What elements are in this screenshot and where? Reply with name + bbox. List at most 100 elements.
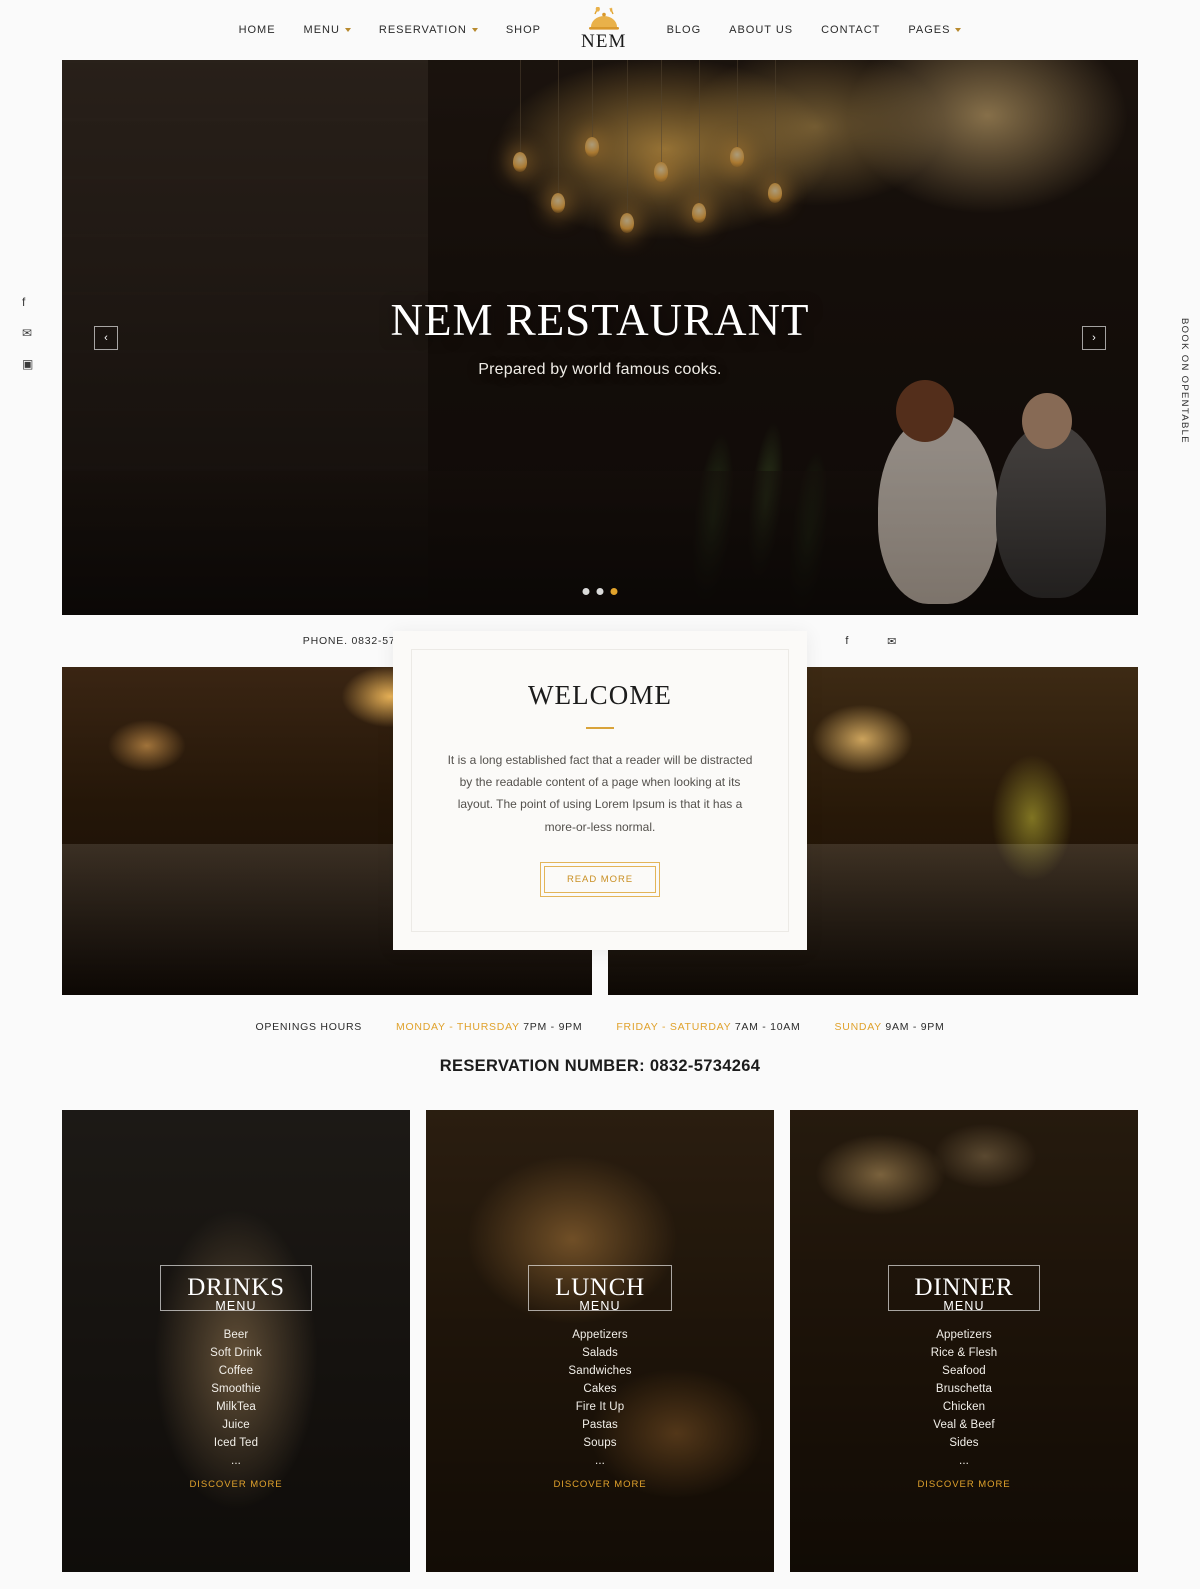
- card-item-list: Appetizers Salads Sandwiches Cakes Fire …: [568, 1329, 631, 1467]
- nav-label: MENU: [303, 24, 340, 36]
- list-item: Cakes: [583, 1383, 617, 1395]
- hours-days: FRIDAY - SATURDAY: [616, 1021, 732, 1033]
- discover-more-link[interactable]: DISCOVER MORE: [189, 1479, 282, 1490]
- nav-item-about-us[interactable]: ABOUT US: [715, 24, 807, 36]
- nav-label: ABOUT US: [729, 24, 794, 36]
- nav-item-home[interactable]: HOME: [225, 24, 290, 36]
- facebook-icon[interactable]: f: [845, 635, 849, 647]
- discover-more-link[interactable]: DISCOVER MORE: [917, 1479, 1010, 1490]
- hours-time: 7AM - 10AM: [734, 1021, 801, 1033]
- hero-content: NEM RESTAURANT Prepared by world famous …: [62, 60, 1138, 615]
- list-item: Soups: [583, 1437, 617, 1449]
- opening-hours-label: OPENINGS HOURS: [255, 1021, 363, 1033]
- facebook-icon[interactable]: f: [22, 296, 33, 308]
- book-on-opentable-link[interactable]: BOOK ON OPENTABLE: [1179, 318, 1190, 444]
- nav-label: HOME: [238, 24, 276, 36]
- list-item: Salads: [582, 1347, 618, 1359]
- menu-cards: DRINKS MENU Beer Soft Drink Coffee Smoot…: [62, 1110, 1138, 1572]
- hours-time: 9AM - 9PM: [885, 1021, 945, 1033]
- welcome-band: WELCOME It is a long established fact th…: [62, 631, 1138, 995]
- site-header: HOME MENU RESERVATION SHOP NEM BLOG ABOU…: [0, 0, 1200, 60]
- site-logo[interactable]: NEM: [581, 7, 627, 53]
- twitter-icon[interactable]: ✉: [22, 327, 33, 339]
- list-item: ...: [231, 1455, 241, 1467]
- twitter-icon[interactable]: ✉: [887, 635, 897, 648]
- hours-time: 7PM - 9PM: [523, 1021, 583, 1033]
- slider-dots: [582, 588, 618, 595]
- hours-days: MONDAY - THURSDAY: [396, 1021, 520, 1033]
- social-rail: f ✉ ▣: [22, 296, 33, 370]
- read-more-button[interactable]: READ MORE: [539, 861, 661, 897]
- gold-divider: [586, 727, 614, 729]
- chevron-down-icon: [955, 28, 962, 32]
- slider-dot-active[interactable]: [610, 588, 618, 595]
- list-item: Fire It Up: [575, 1401, 625, 1413]
- hours-entry: FRIDAY - SATURDAY 7AM - 10AM: [616, 1021, 800, 1033]
- list-item: Veal & Beef: [933, 1419, 995, 1431]
- list-item: Pastas: [582, 1419, 618, 1431]
- read-more-label: READ MORE: [543, 865, 657, 893]
- list-item: Bruschetta: [935, 1383, 993, 1395]
- nav-item-pages[interactable]: PAGES: [894, 24, 975, 36]
- card-subtitle: MENU: [943, 1299, 985, 1313]
- card-title: LUNCH: [555, 1274, 645, 1301]
- card-title: DINNER: [914, 1274, 1014, 1301]
- welcome-text: It is a long established fact that a rea…: [447, 753, 753, 834]
- welcome-title: WELCOME: [527, 680, 673, 710]
- welcome-card: WELCOME It is a long established fact th…: [393, 631, 807, 950]
- list-item: Beer: [223, 1329, 249, 1341]
- list-item: Seafood: [942, 1365, 986, 1377]
- list-item: Coffee: [218, 1365, 254, 1377]
- nav-label: SHOP: [505, 24, 541, 36]
- card-item-list: Appetizers Rice & Flesh Seafood Bruschet…: [931, 1329, 998, 1467]
- nav-label: CONTACT: [821, 24, 881, 36]
- nav-label: PAGES: [908, 24, 951, 36]
- list-item: MilkTea: [216, 1401, 256, 1413]
- reservation-number: RESERVATION NUMBER: 0832-5734264: [439, 1057, 761, 1075]
- nav-item-reservation[interactable]: RESERVATION: [365, 24, 492, 36]
- card-item-list: Beer Soft Drink Coffee Smoothie MilkTea …: [210, 1329, 262, 1467]
- restaurant-homepage: HOME MENU RESERVATION SHOP NEM BLOG ABOU…: [0, 0, 1200, 1572]
- list-item: Appetizers: [936, 1329, 992, 1341]
- chevron-down-icon: [471, 28, 478, 32]
- slider-next-button[interactable]: ›: [1082, 325, 1106, 350]
- menu-card-lunch[interactable]: LUNCH MENU Appetizers Salads Sandwiches …: [426, 1110, 774, 1572]
- discover-more-link[interactable]: DISCOVER MORE: [553, 1479, 646, 1490]
- hero-slider: NEM RESTAURANT Prepared by world famous …: [62, 60, 1138, 615]
- opening-hours: OPENINGS HOURS MONDAY - THURSDAY 7PM - 9…: [0, 995, 1200, 1033]
- hours-entry: MONDAY - THURSDAY 7PM - 9PM: [396, 1021, 582, 1033]
- nav-item-shop[interactable]: SHOP: [492, 24, 555, 36]
- slider-dot[interactable]: [582, 588, 590, 595]
- brand-name: NEM: [580, 31, 627, 52]
- nav-item-blog[interactable]: BLOG: [653, 24, 716, 36]
- hero-title: NEM RESTAURANT: [390, 295, 810, 346]
- list-item: Soft Drink: [210, 1347, 262, 1359]
- nav-item-contact[interactable]: CONTACT: [807, 24, 894, 36]
- slider-dot[interactable]: [596, 588, 604, 595]
- list-item: Rice & Flesh: [930, 1347, 998, 1359]
- menu-card-drinks[interactable]: DRINKS MENU Beer Soft Drink Coffee Smoot…: [62, 1110, 410, 1572]
- list-item: Sandwiches: [568, 1365, 632, 1377]
- nav-label: RESERVATION: [378, 24, 467, 36]
- hours-days: SUNDAY: [834, 1021, 882, 1033]
- nav-item-menu[interactable]: MENU: [290, 24, 365, 36]
- hero-subtitle: Prepared by world famous cooks.: [478, 360, 722, 378]
- list-item: Chicken: [942, 1401, 986, 1413]
- slider-prev-button[interactable]: ‹: [94, 325, 118, 350]
- chevron-down-icon: [344, 28, 351, 32]
- card-subtitle: MENU: [215, 1299, 257, 1313]
- instagram-icon[interactable]: ▣: [22, 358, 33, 370]
- menu-card-dinner[interactable]: DINNER MENU Appetizers Rice & Flesh Seaf…: [790, 1110, 1138, 1572]
- list-item: Iced Ted: [213, 1437, 259, 1449]
- list-item: Sides: [949, 1437, 979, 1449]
- main-navigation: HOME MENU RESERVATION SHOP NEM BLOG ABOU…: [225, 7, 976, 53]
- list-item: ...: [959, 1455, 969, 1467]
- list-item: Appetizers: [572, 1329, 628, 1341]
- cloche-utensils-icon: [588, 7, 619, 30]
- list-item: Juice: [222, 1419, 250, 1431]
- hours-entry: SUNDAY 9AM - 9PM: [835, 1021, 945, 1033]
- card-subtitle: MENU: [579, 1299, 621, 1313]
- list-item: ...: [595, 1455, 605, 1467]
- nav-label: BLOG: [666, 24, 702, 36]
- card-title: DRINKS: [187, 1274, 285, 1301]
